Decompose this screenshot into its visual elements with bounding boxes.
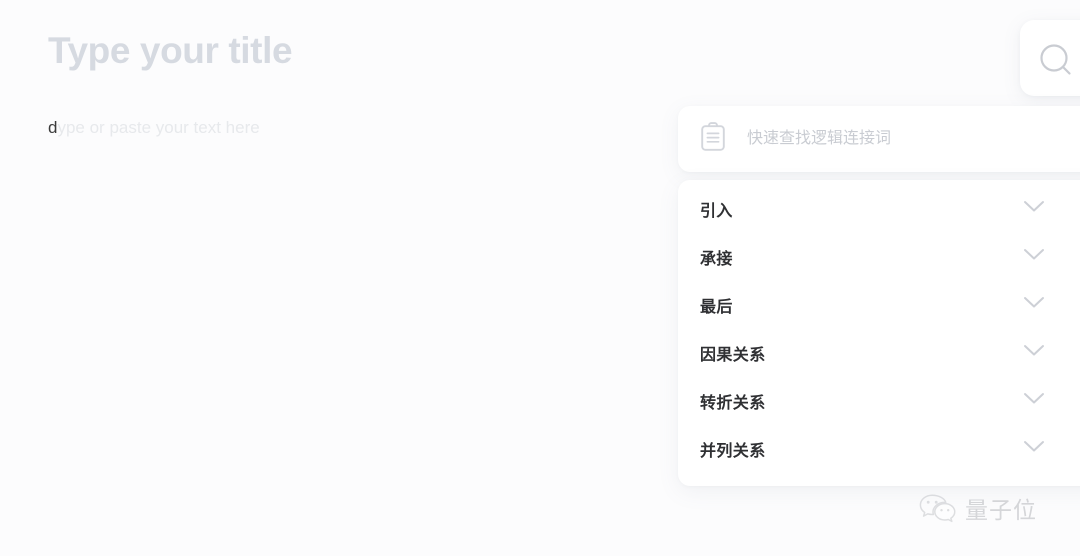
document-body-placeholder: ype or paste your text here xyxy=(57,118,260,137)
clipboard-icon xyxy=(699,121,727,157)
category-label: 最后 xyxy=(700,299,733,316)
category-row-zuihou[interactable]: 最后 xyxy=(678,281,1080,329)
category-label: 并列关系 xyxy=(700,443,766,460)
category-row-bingleiguanxi[interactable]: 并列关系 xyxy=(678,425,1080,473)
category-row-chengjie[interactable]: 承接 xyxy=(678,233,1080,281)
watermark: 量子位 xyxy=(918,492,1037,529)
chevron-down-icon[interactable] xyxy=(1023,392,1045,411)
search-toggle-button[interactable] xyxy=(1020,20,1080,96)
category-row-zhuanzheguanxi[interactable]: 转折关系 xyxy=(678,377,1080,425)
chevron-down-icon[interactable] xyxy=(1023,200,1045,219)
chevron-down-icon[interactable] xyxy=(1023,296,1045,315)
chevron-down-icon[interactable] xyxy=(1023,248,1045,267)
document-editor[interactable]: Type your title dype or paste your text … xyxy=(0,0,700,556)
chevron-down-icon[interactable] xyxy=(1023,344,1045,363)
search-icon[interactable] xyxy=(1038,42,1074,83)
wechat-icon xyxy=(918,492,958,529)
category-row-yinru[interactable]: 引入 xyxy=(678,185,1080,233)
connector-search-bar[interactable] xyxy=(678,106,1080,172)
category-label: 引入 xyxy=(700,203,733,220)
connector-category-list: 引入 承接 最后 因果关系 转折关系 并列关系 xyxy=(678,180,1080,486)
chevron-down-icon[interactable] xyxy=(1023,440,1045,459)
category-label: 承接 xyxy=(700,251,733,268)
category-label: 转折关系 xyxy=(700,395,766,412)
document-body-line[interactable]: dype or paste your text here xyxy=(48,116,260,140)
connector-search-input[interactable] xyxy=(745,129,1049,149)
category-row-yinguoguanxi[interactable]: 因果关系 xyxy=(678,329,1080,377)
document-title-placeholder[interactable]: Type your title xyxy=(48,27,293,75)
category-label: 因果关系 xyxy=(700,347,766,364)
watermark-text: 量子位 xyxy=(965,497,1037,523)
